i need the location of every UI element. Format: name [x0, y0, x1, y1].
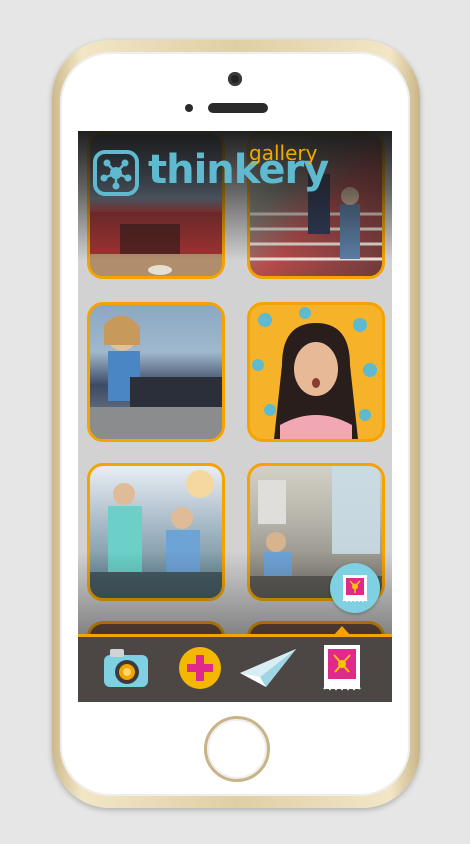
- earpiece-speaker: [208, 103, 268, 113]
- tab-camera[interactable]: [100, 643, 152, 693]
- front-camera: [228, 72, 242, 86]
- proximity-sensor: [185, 104, 193, 112]
- gallery-stamp-icon: [342, 575, 368, 603]
- section-title: gallery: [249, 141, 318, 165]
- gallery-photo[interactable]: [247, 302, 385, 442]
- camera-icon: [104, 649, 148, 687]
- app-screen: thinkery gallery: [78, 131, 392, 702]
- gallery-photo[interactable]: [87, 302, 225, 442]
- thinkery-logo-icon: [93, 150, 139, 196]
- paper-plane-icon: [240, 649, 296, 687]
- gallery-stamp-icon: [323, 645, 361, 691]
- gallery-badge-button[interactable]: [330, 563, 380, 613]
- photo-image: [252, 307, 377, 439]
- photo-image: [90, 315, 222, 439]
- tab-gallery[interactable]: [316, 643, 368, 693]
- home-button[interactable]: [204, 716, 270, 782]
- tab-add[interactable]: [174, 643, 226, 693]
- selected-tab-indicator: [333, 626, 351, 636]
- tab-send[interactable]: [236, 643, 300, 693]
- plus-icon: [179, 647, 221, 689]
